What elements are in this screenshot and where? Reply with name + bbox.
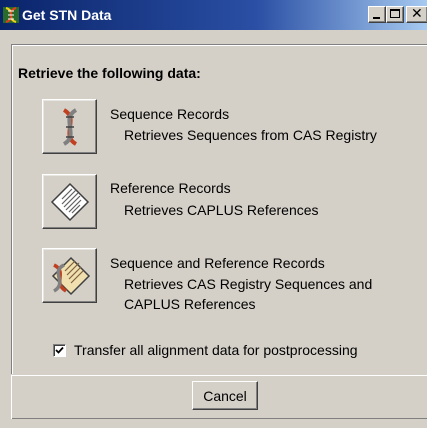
sequence-and-reference-records-description-line-1: Retrieves CAS Registry Sequences and	[124, 276, 373, 292]
minimize-icon	[373, 17, 380, 19]
sequence-records-title: Sequence Records	[110, 106, 230, 122]
title-bar[interactable]: Get STN Data ✕	[0, 0, 427, 30]
checkmark-icon	[55, 346, 64, 354]
cancel-button[interactable]: Cancel	[192, 381, 258, 410]
document-icon	[50, 182, 90, 222]
options-heading: Retrieve the following data:	[18, 65, 201, 81]
minimize-button[interactable]	[368, 6, 386, 23]
dna-document-icon	[49, 255, 91, 297]
reference-records-button[interactable]	[42, 174, 97, 229]
sequence-records-description: Retrieves Sequences from CAS Registry	[124, 127, 377, 143]
transfer-alignment-option[interactable]: Transfer all alignment data for postproc…	[53, 342, 358, 358]
sequence-and-reference-records-description-line-2: CAPLUS References	[124, 296, 256, 312]
dna-helix-icon	[3, 7, 19, 23]
transfer-alignment-label: Transfer all alignment data for postproc…	[74, 342, 358, 358]
window-title: Get STN Data	[22, 7, 112, 23]
close-button[interactable]: ✕	[406, 6, 427, 23]
sequence-and-reference-records-button[interactable]	[42, 248, 97, 303]
maximize-button[interactable]	[386, 6, 404, 23]
close-icon: ✕	[411, 6, 423, 22]
transfer-alignment-checkbox[interactable]	[53, 343, 66, 357]
get-stn-data-dialog: Get STN Data ✕ Retrieve the following da…	[0, 0, 427, 428]
sequence-records-button[interactable]	[42, 99, 97, 154]
reference-records-description: Retrieves CAPLUS References	[124, 202, 319, 218]
maximize-icon	[390, 9, 400, 18]
dna-helix-icon	[55, 107, 85, 147]
sequence-and-reference-records-title: Sequence and Reference Records	[110, 255, 325, 271]
reference-records-title: Reference Records	[110, 180, 231, 196]
